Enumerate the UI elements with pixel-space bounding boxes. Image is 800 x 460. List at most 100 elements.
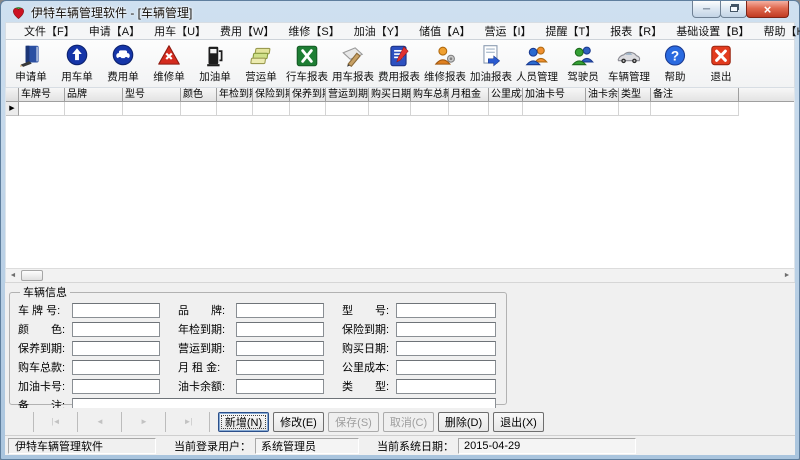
repair-form-icon <box>156 43 182 69</box>
toolbar-button-exit[interactable]: 退出 <box>698 41 744 86</box>
vehicle-grid: 车牌号 品牌 型号 颜色 年检到期 保险到期 保养到期 营运到期 购买日期 购车… <box>5 88 795 282</box>
column-header[interactable]: 颜色 <box>181 88 217 102</box>
help-icon: ? <box>662 43 688 69</box>
column-header[interactable]: 品牌 <box>65 88 123 102</box>
fuel-card-label: 加油卡号: <box>18 378 72 394</box>
maintenance-due-field[interactable] <box>72 341 160 356</box>
exit-icon <box>708 43 734 69</box>
column-header[interactable]: 备注 <box>651 88 739 102</box>
column-header[interactable]: 车牌号 <box>19 88 65 102</box>
toolbar-button-apply-form[interactable]: 申请单 <box>8 41 54 86</box>
model-field[interactable] <box>396 303 496 318</box>
purchase-total-field[interactable] <box>72 360 160 375</box>
fuel-balance-field[interactable] <box>236 379 324 394</box>
toolbar-button-vehicle-mgmt[interactable]: 车辆管理 <box>606 41 652 86</box>
status-bar: 伊特车辆管理软件 当前登录用户： 系统管理员 当前系统日期： 2015-04-2… <box>5 435 795 455</box>
prev-record-button[interactable]: ◄ <box>78 412 122 432</box>
menu-item-vehicle-use[interactable]: 用车【U】 <box>147 22 213 40</box>
column-header[interactable]: 营运到期 <box>326 88 369 102</box>
status-user-label: 当前登录用户： <box>174 438 251 454</box>
column-header[interactable]: 型号 <box>123 88 181 102</box>
toolbar-button-personnel[interactable]: 人员管理 <box>514 41 560 86</box>
next-record-button[interactable]: ► <box>122 412 166 432</box>
menu-item-expense[interactable]: 费用【W】 <box>213 22 281 40</box>
maintenance-due-label: 保养到期: <box>18 340 72 356</box>
menu-item-help[interactable]: 帮助【H】 <box>757 22 800 40</box>
status-date-label: 当前系统日期： <box>377 438 454 454</box>
toolbar-button-vehicle-use-report[interactable]: 用车报表 <box>330 41 376 86</box>
grid-empty-area <box>6 116 794 268</box>
add-button[interactable]: 新增(N) <box>218 412 269 432</box>
menu-item-repair[interactable]: 维修【S】 <box>281 22 346 40</box>
column-header[interactable]: 保养到期 <box>290 88 326 102</box>
toolbar-button-fuel-report[interactable]: 加油报表 <box>468 41 514 86</box>
delete-button[interactable]: 删除(D) <box>438 412 489 432</box>
toolbar-button-drive-report[interactable]: 行车报表 <box>284 41 330 86</box>
grid-empty-record-row[interactable]: ▶ <box>6 102 794 116</box>
model-label: 型 号: <box>342 302 396 318</box>
monthly-rent-field[interactable] <box>236 360 324 375</box>
column-header[interactable]: 公里成本 <box>489 88 523 102</box>
horizontal-scrollbar: ◄ ► <box>6 268 794 282</box>
purchase-date-field[interactable] <box>396 341 496 356</box>
column-header[interactable]: 类型 <box>619 88 651 102</box>
menu-bar: 文件【F】 申请【A】 用车【U】 费用【W】 维修【S】 加油【Y】 储值【A… <box>5 22 795 40</box>
toolbar-button-expense-report[interactable]: 费用报表 <box>376 41 422 86</box>
toolbar-button-vehicle-use-form[interactable]: 用车单 <box>54 41 100 86</box>
column-header[interactable]: 购买日期 <box>369 88 411 102</box>
inspection-due-field[interactable] <box>236 322 324 337</box>
column-header[interactable]: 加油卡号 <box>523 88 586 102</box>
column-header[interactable]: 月租金 <box>449 88 489 102</box>
grid-header-row: 车牌号 品牌 型号 颜色 年检到期 保险到期 保养到期 营运到期 购买日期 购车… <box>6 88 794 102</box>
column-header[interactable]: 油卡余额 <box>586 88 619 102</box>
type-field[interactable] <box>396 379 496 394</box>
first-record-button[interactable]: |◄ <box>34 412 78 432</box>
vehicle-use-report-icon <box>340 43 366 69</box>
toolbar-button-driver[interactable]: 驾驶员 <box>560 41 606 86</box>
insurance-due-field[interactable] <box>396 322 496 337</box>
menu-item-report[interactable]: 报表【R】 <box>603 22 669 40</box>
personnel-icon <box>524 43 550 69</box>
scroll-right-button[interactable]: ► <box>780 269 794 282</box>
plate-field[interactable] <box>72 303 160 318</box>
menu-item-operation[interactable]: 营运【I】 <box>477 22 538 40</box>
window-title: 伊特车辆管理软件 - [车辆管理] <box>31 4 192 21</box>
last-record-button[interactable]: ►| <box>166 412 210 432</box>
minimize-button[interactable]: ─ <box>692 1 721 18</box>
fuel-card-field[interactable] <box>72 379 160 394</box>
toolbar-button-fuel-form[interactable]: 加油单 <box>192 41 238 86</box>
restore-button[interactable] <box>720 1 747 18</box>
scrollbar-thumb[interactable] <box>21 270 43 281</box>
brand-field[interactable] <box>236 303 324 318</box>
exit-button[interactable]: 退出(X) <box>493 412 544 432</box>
menu-item-file[interactable]: 文件【F】 <box>17 22 82 40</box>
toolbar-button-help[interactable]: ? 帮助 <box>652 41 698 86</box>
column-header[interactable]: 购车总款 <box>411 88 449 102</box>
menu-item-stored-value[interactable]: 储值【A】 <box>412 22 477 40</box>
fuel-balance-label: 油卡余额: <box>178 378 236 394</box>
km-cost-label: 公里成本: <box>342 359 396 375</box>
cancel-button[interactable]: 取消(C) <box>383 412 434 432</box>
column-header[interactable]: 保险到期 <box>253 88 290 102</box>
save-button[interactable]: 保存(S) <box>328 412 379 432</box>
menu-item-reminder[interactable]: 提醒【T】 <box>539 22 604 40</box>
fuel-form-icon <box>202 43 228 69</box>
menu-item-basic-settings[interactable]: 基础设置【B】 <box>669 22 756 40</box>
title-bar[interactable]: 伊特车辆管理软件 - [车辆管理] ─ × <box>5 1 795 22</box>
repair-report-icon <box>432 43 458 69</box>
toolbar-button-repair-form[interactable]: 维修单 <box>146 41 192 86</box>
type-label: 类 型: <box>342 378 396 394</box>
toolbar-button-operation-form[interactable]: 营运单 <box>238 41 284 86</box>
menu-item-fuel[interactable]: 加油【Y】 <box>347 22 412 40</box>
edit-button[interactable]: 修改(E) <box>273 412 324 432</box>
apply-form-icon <box>18 43 44 69</box>
scroll-left-button[interactable]: ◄ <box>6 269 20 282</box>
close-button[interactable]: × <box>746 1 789 18</box>
toolbar-button-expense-form[interactable]: 费用单 <box>100 41 146 86</box>
operation-due-field[interactable] <box>236 341 324 356</box>
km-cost-field[interactable] <box>396 360 496 375</box>
toolbar-button-repair-report[interactable]: 维修报表 <box>422 41 468 86</box>
menu-item-apply[interactable]: 申请【A】 <box>82 22 147 40</box>
color-field[interactable] <box>72 322 160 337</box>
column-header[interactable]: 年检到期 <box>217 88 253 102</box>
